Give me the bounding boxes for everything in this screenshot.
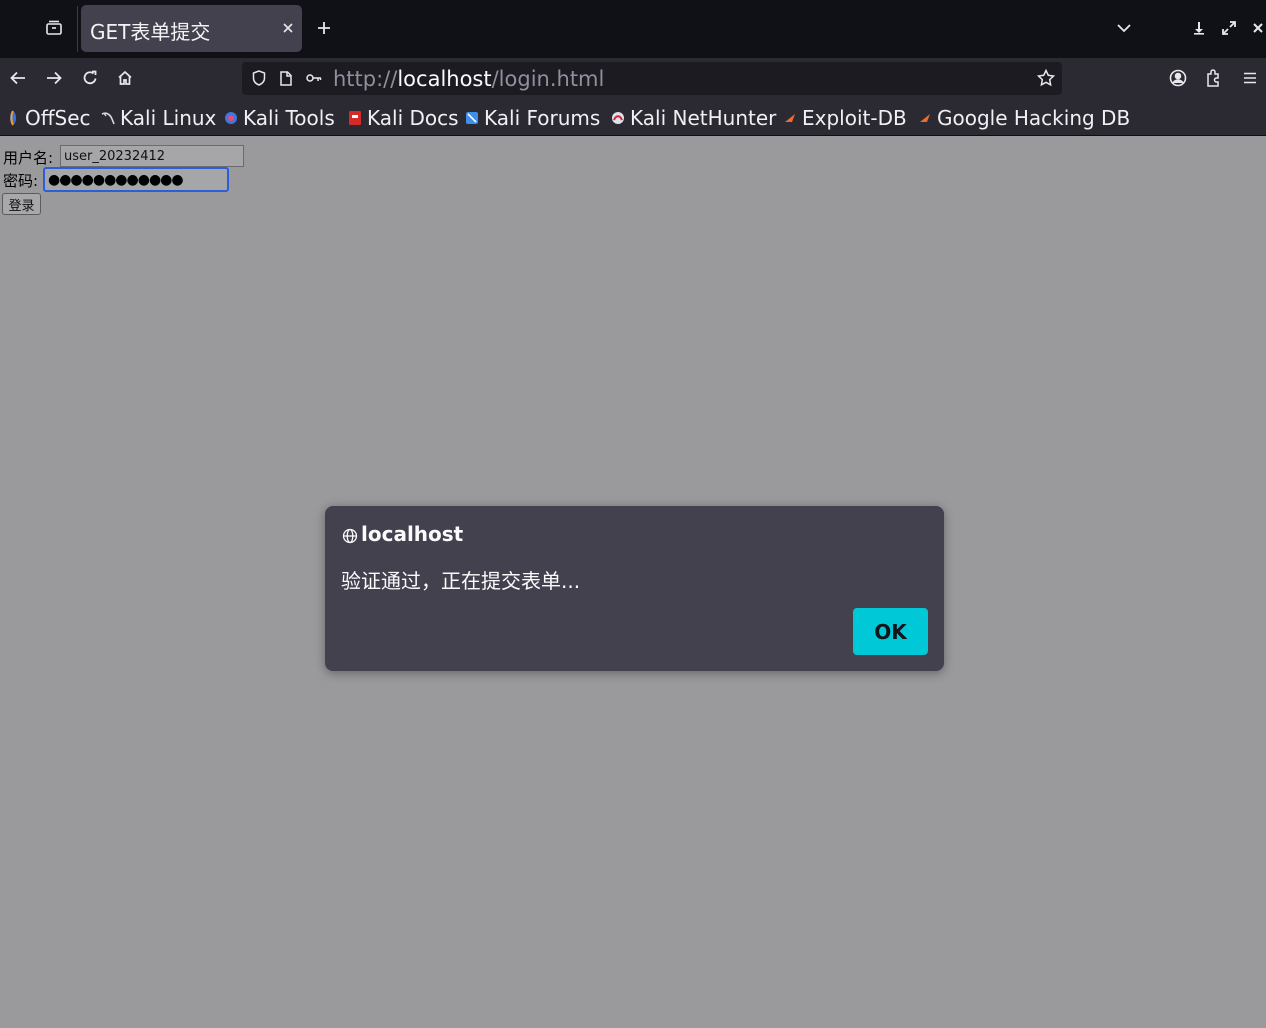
dialog-message: 验证通过，正在提交表单...	[341, 569, 581, 593]
bookmark-label: Exploit-DB	[802, 106, 907, 130]
tab-separator	[77, 6, 78, 52]
bookmark-label: Kali NetHunter	[630, 106, 777, 130]
kali-nethunter-icon	[612, 112, 624, 124]
tab-active[interactable]: GET表单提交	[81, 5, 302, 52]
globe-icon	[340, 526, 360, 546]
bookmark-star-icon[interactable]	[1034, 66, 1058, 90]
url-path: /login.html	[491, 67, 605, 91]
ghdb-icon	[920, 114, 930, 122]
password-input[interactable]	[43, 167, 229, 192]
forward-arrow-icon[interactable]	[40, 64, 68, 92]
tracking-shield-icon[interactable]	[248, 66, 270, 90]
page-info-icon[interactable]	[276, 66, 296, 90]
reload-icon[interactable]	[76, 64, 104, 92]
ok-button[interactable]: OK	[853, 608, 928, 655]
tab-title: GET表单提交	[90, 20, 211, 44]
bookmark-label: Kali Tools	[243, 106, 335, 130]
back-arrow-icon[interactable]	[4, 64, 32, 92]
url-scheme: http://	[333, 67, 398, 91]
bookmark-label: Kali Forums	[484, 106, 601, 130]
kali-forums-icon	[466, 112, 478, 124]
account-icon[interactable]	[1164, 64, 1192, 92]
bookmark-label: Kali Docs	[367, 106, 459, 130]
bookmark-label: Google Hacking DB	[937, 106, 1131, 130]
address-bar[interactable]: http://localhost/login.html	[242, 62, 1062, 95]
tab-close-icon[interactable]	[277, 17, 299, 39]
window-close-icon[interactable]	[1247, 16, 1266, 40]
login-button[interactable]: 登录	[2, 193, 41, 215]
tab-strip: GET表单提交	[0, 0, 1266, 58]
navigation-toolbar: http://localhost/login.html	[0, 58, 1266, 100]
offsec-icon	[10, 110, 16, 126]
url-text[interactable]: http://localhost/login.html	[333, 67, 604, 91]
username-label: 用户名:	[3, 149, 54, 167]
bookmark-exploit-db[interactable]: Exploit-DB	[783, 104, 907, 132]
bookmark-offsec[interactable]: OffSec	[6, 104, 91, 132]
password-label: 密码:	[3, 172, 39, 190]
kali-docs-icon	[349, 111, 361, 125]
alert-dialog: localhost 验证通过，正在提交表单... OK	[325, 506, 944, 671]
download-icon[interactable]	[1188, 16, 1210, 40]
bookmark-kali-linux[interactable]: Kali Linux	[101, 104, 216, 132]
tab-list-chevron-down-icon[interactable]	[1110, 15, 1138, 41]
bookmark-kali-docs[interactable]: Kali Docs	[348, 104, 459, 132]
exploit-db-icon	[785, 114, 795, 122]
bookmark-kali-nethunter[interactable]: Kali NetHunter	[611, 104, 776, 132]
extensions-puzzle-icon[interactable]	[1200, 64, 1228, 92]
home-icon[interactable]	[111, 64, 139, 92]
bookmark-kali-tools[interactable]: Kali Tools	[224, 104, 335, 132]
kali-linux-icon	[101, 112, 115, 125]
tab-overview-icon[interactable]	[38, 12, 70, 44]
dialog-origin: localhost	[361, 522, 464, 546]
hamburger-menu-icon[interactable]	[1236, 64, 1264, 92]
bookmark-label: Kali Linux	[120, 106, 217, 130]
bookmark-kali-forums[interactable]: Kali Forums	[465, 104, 600, 132]
url-host: localhost	[397, 67, 492, 91]
maximize-icon[interactable]	[1217, 16, 1241, 40]
bookmarks-toolbar: OffSec Kali Linux Kali Tools Kali Docs K…	[0, 100, 1266, 136]
new-tab-icon[interactable]	[311, 15, 337, 41]
bookmark-label: OffSec	[25, 106, 91, 130]
bookmark-google-hacking-db[interactable]: Google Hacking DB	[918, 104, 1130, 132]
key-icon[interactable]	[302, 66, 326, 90]
username-input[interactable]	[60, 145, 244, 167]
kali-tools-icon	[225, 112, 237, 124]
